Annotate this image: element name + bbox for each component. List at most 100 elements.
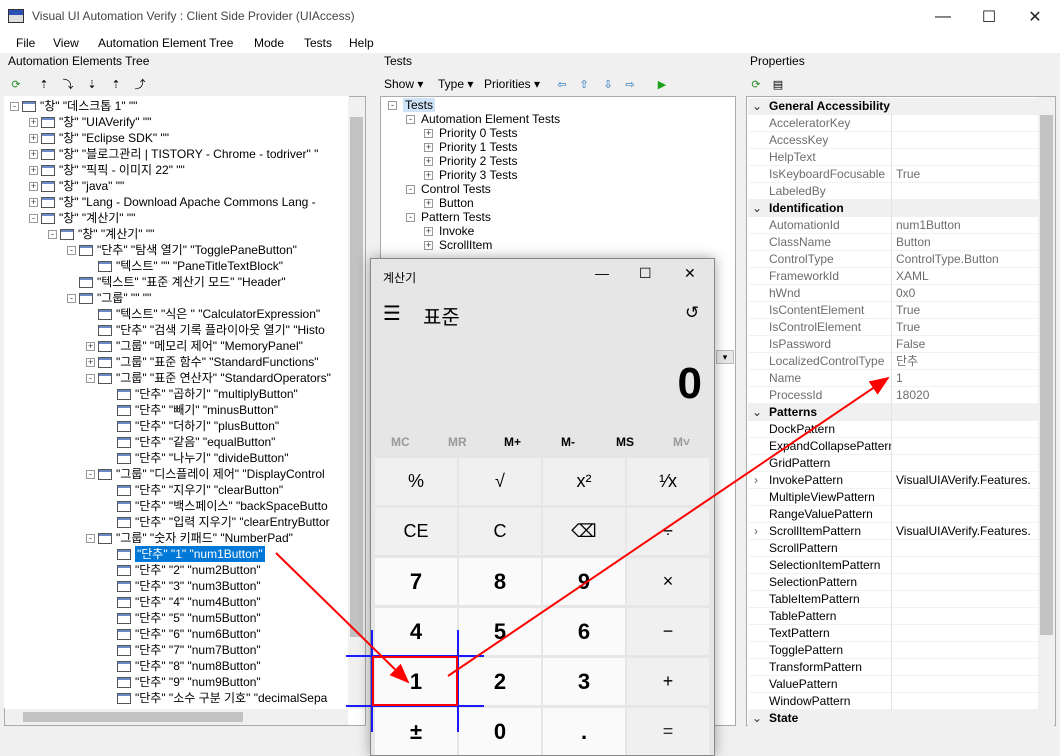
expand-toggle-icon[interactable]: -: [406, 114, 415, 124]
menu-view[interactable]: View: [53, 36, 79, 50]
test-node[interactable]: - Pattern Tests: [406, 210, 491, 224]
calc-maximize-button[interactable]: ☐: [639, 265, 652, 282]
property-row[interactable]: › ScrollItemPattern VisualUIAVerify.Featur…: [748, 523, 1054, 540]
property-row[interactable]: ProcessId 18020: [748, 387, 1054, 404]
key-num4-button[interactable]: 4: [375, 608, 457, 655]
priorities-dropdown[interactable]: Priorities ▾: [484, 77, 540, 91]
property-row[interactable]: AccessKey: [748, 132, 1054, 149]
tree-node[interactable]: "단추" "5" "num5Button": [105, 610, 261, 626]
arrow-left-icon[interactable]: ⇦: [554, 76, 570, 92]
hamburger-menu-icon[interactable]: ☰: [383, 301, 401, 326]
property-row[interactable]: GridPattern: [748, 455, 1054, 472]
test-node[interactable]: + Button: [424, 196, 474, 210]
key-num6-button[interactable]: 6: [543, 608, 625, 655]
memory-clear-button[interactable]: MC: [391, 435, 410, 449]
nav-last-child-icon[interactable]: ⤴: [132, 76, 148, 92]
tree-node[interactable]: + "그룹" "메모리 제어" "MemoryPanel": [86, 338, 303, 354]
property-row[interactable]: WindowPattern: [748, 693, 1054, 710]
tree-node[interactable]: + "창" "블로그관리 | TISTORY - Chrome - todrive…: [29, 146, 318, 162]
minimize-button[interactable]: —: [920, 0, 966, 33]
test-node[interactable]: + Priority 0 Tests: [424, 126, 517, 140]
key-num9-button[interactable]: 9: [543, 558, 625, 605]
tree-node[interactable]: + "창" "Lang - Download Apache Commons Lan…: [29, 194, 316, 210]
key-divide-button[interactable]: ÷: [627, 508, 709, 555]
expand-toggle-icon[interactable]: +: [424, 156, 433, 166]
tree-node[interactable]: + "그룹" "표준 함수" "StandardFunctions": [86, 354, 319, 370]
tree-node[interactable]: - "단추" "탐색 열기" "TogglePaneButton": [67, 242, 297, 258]
property-row[interactable]: AutomationId num1Button: [748, 217, 1054, 234]
property-row[interactable]: FrameworkId XAML: [748, 268, 1054, 285]
refresh-icon[interactable]: ⟳: [8, 76, 24, 92]
key-num2-button[interactable]: 2: [459, 658, 541, 705]
expand-toggle-icon[interactable]: +: [424, 240, 433, 250]
key-square-button[interactable]: x²: [543, 458, 625, 505]
property-row[interactable]: SelectionPattern: [748, 574, 1054, 591]
property-category[interactable]: ⌄ Patterns: [748, 404, 1054, 421]
menu-mode[interactable]: Mode: [254, 36, 284, 50]
expand-toggle-icon[interactable]: +: [424, 142, 433, 152]
nav-next-sibling-icon[interactable]: ⇣: [84, 76, 100, 92]
expand-toggle-icon[interactable]: +: [29, 133, 38, 143]
tree-node[interactable]: "단추" "곱하기" "multiplyButton": [105, 386, 298, 402]
key-plus-button[interactable]: +: [627, 658, 709, 705]
test-node[interactable]: + Priority 2 Tests: [424, 154, 517, 168]
tree-node[interactable]: - "창" "계산기" "": [29, 210, 135, 226]
property-row[interactable]: hWnd 0x0: [748, 285, 1054, 302]
memory-subtract-button[interactable]: M-: [561, 435, 575, 449]
run-test-icon[interactable]: ▶: [654, 76, 670, 92]
expand-toggle-icon[interactable]: -: [67, 245, 76, 255]
tree-node[interactable]: "단추" "더하기" "plusButton": [105, 418, 279, 434]
property-grid-icon[interactable]: ▤: [770, 76, 786, 92]
property-row[interactable]: IsPassword False: [748, 336, 1054, 353]
property-row[interactable]: DockPattern: [748, 421, 1054, 438]
tree-node[interactable]: "단추" "검색 기록 플라이아웃 열기" "Histo: [86, 322, 325, 338]
property-row[interactable]: › InvokePattern VisualUIAVerify.Features.: [748, 472, 1054, 489]
property-row[interactable]: LocalizedControlType 단추: [748, 353, 1054, 370]
tree-node[interactable]: - "그룹" "디스플레이 제어" "DisplayControl: [86, 466, 325, 482]
expand-toggle-icon[interactable]: -: [29, 213, 38, 223]
property-row[interactable]: IsKeyboardFocusable True: [748, 166, 1054, 183]
expand-toggle-icon[interactable]: -: [388, 100, 397, 110]
expand-toggle-icon[interactable]: -: [406, 212, 415, 222]
tree-node[interactable]: + "창" "java" "": [29, 178, 124, 194]
key-num8-button[interactable]: 8: [459, 558, 541, 605]
property-row[interactable]: ControlType ControlType.Button: [748, 251, 1054, 268]
memory-add-button[interactable]: M+: [504, 435, 521, 449]
key-clear-entry-button[interactable]: CE: [375, 508, 457, 555]
menu-help[interactable]: Help: [349, 36, 374, 50]
menu-automation-element-tree[interactable]: Automation Element Tree: [98, 36, 233, 50]
property-row[interactable]: HelpText: [748, 149, 1054, 166]
test-node[interactable]: + Priority 1 Tests: [424, 140, 517, 154]
calc-minimize-button[interactable]: —: [595, 265, 609, 281]
tree-node[interactable]: "텍스트" "식은 " "CalculatorExpression": [86, 306, 320, 322]
property-row[interactable]: MultipleViewPattern: [748, 489, 1054, 506]
tree-node[interactable]: "단추" "빼기" "minusButton": [105, 402, 278, 418]
property-row[interactable]: TextPattern: [748, 625, 1054, 642]
tree-node[interactable]: "단추" "나누기" "divideButton": [105, 450, 288, 466]
tree-node[interactable]: "단추" "7" "num7Button": [105, 642, 261, 658]
expand-toggle-icon[interactable]: +: [424, 128, 433, 138]
property-category[interactable]: ⌄ General Accessibility: [748, 98, 1054, 115]
key-num7-button[interactable]: 7: [375, 558, 457, 605]
tree-node[interactable]: + "창" "픽픽 - 이미지 22" "": [29, 162, 185, 178]
tree-node[interactable]: "단추" "지우기" "clearButton": [105, 482, 283, 498]
test-node[interactable]: - Tests: [388, 98, 436, 112]
key-percent-button[interactable]: %: [375, 458, 457, 505]
tree-hscroll-thumb[interactable]: [23, 712, 243, 722]
property-row[interactable]: IsContentElement True: [748, 302, 1054, 319]
expand-toggle-icon[interactable]: -: [48, 229, 57, 239]
expand-toggle-icon[interactable]: +: [29, 181, 38, 191]
expand-toggle-icon[interactable]: -: [406, 184, 415, 194]
property-row[interactable]: LabeledBy: [748, 183, 1054, 200]
refresh-properties-icon[interactable]: ⟳: [748, 76, 764, 92]
key-sqrt-button[interactable]: √: [459, 458, 541, 505]
tree-node[interactable]: - "그룹" "" "": [67, 290, 151, 306]
nav-prev-sibling-icon[interactable]: ⇡: [108, 76, 124, 92]
close-button[interactable]: ✕: [1012, 0, 1058, 33]
nav-parent-icon[interactable]: ⇡: [36, 76, 52, 92]
key-num0-button[interactable]: 0: [459, 708, 541, 755]
maximize-button[interactable]: ☐: [966, 0, 1012, 33]
menu-file[interactable]: File: [16, 36, 35, 50]
property-row[interactable]: AcceleratorKey: [748, 115, 1054, 132]
memory-list-button[interactable]: M˅: [673, 435, 690, 449]
